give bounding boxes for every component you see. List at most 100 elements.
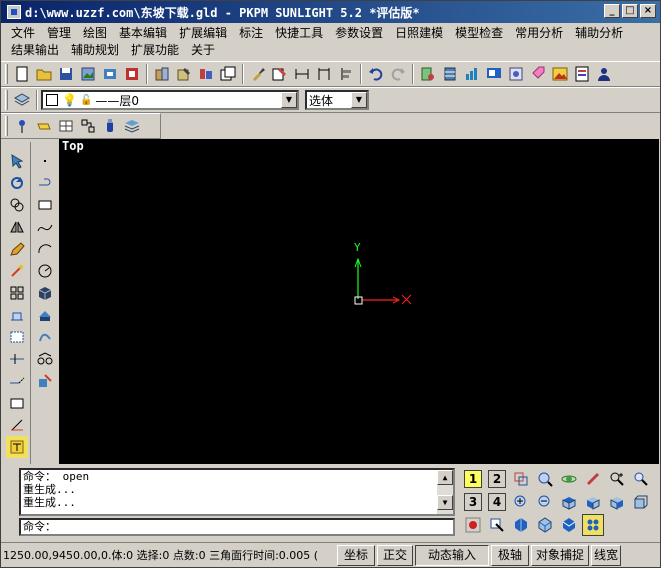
scroll-up-icon[interactable]: ▲	[437, 470, 453, 485]
pencil-icon[interactable]	[6, 238, 28, 260]
window-layout-icon[interactable]	[217, 63, 239, 85]
view-se-icon[interactable]	[534, 514, 556, 536]
menu-about[interactable]: 关于	[185, 41, 221, 58]
dynamic-input-toggle[interactable]: 动态输入	[415, 544, 489, 566]
sun-analysis-icon[interactable]	[505, 63, 527, 85]
roof-icon[interactable]	[34, 304, 56, 326]
view-ne-icon[interactable]	[558, 514, 580, 536]
view-1-button[interactable]: 1	[462, 468, 484, 490]
view-front-icon[interactable]	[582, 491, 604, 513]
trim-icon[interactable]	[6, 348, 28, 370]
view-iso-icon[interactable]	[630, 491, 652, 513]
import-icon[interactable]	[99, 63, 121, 85]
new-file-icon[interactable]	[11, 63, 33, 85]
zoom-in-icon[interactable]	[510, 491, 532, 513]
select-icon[interactable]	[6, 150, 28, 172]
extend-icon[interactable]	[6, 370, 28, 392]
box-3d-icon[interactable]	[34, 282, 56, 304]
menu-settings[interactable]: 参数设置	[329, 24, 389, 41]
toolbar-grip[interactable]	[5, 64, 8, 84]
pin-icon[interactable]	[11, 115, 33, 137]
explode-icon[interactable]	[6, 260, 28, 282]
stretch-icon[interactable]	[6, 304, 28, 326]
bottle-icon[interactable]	[99, 115, 121, 137]
rect-draw-icon[interactable]	[34, 194, 56, 216]
point-icon[interactable]	[34, 150, 56, 172]
layer-dropdown[interactable]: 💡 🔓 ——层0 ▼	[41, 90, 299, 110]
walk-icon[interactable]	[582, 468, 604, 490]
zoom-icon[interactable]	[630, 468, 652, 490]
redo-icon[interactable]	[387, 63, 409, 85]
text-style-icon[interactable]	[5, 436, 28, 458]
menu-aux-planning[interactable]: 辅助规划	[65, 41, 125, 58]
tag-icon[interactable]	[527, 63, 549, 85]
menu-extensions[interactable]: 扩展功能	[125, 41, 185, 58]
save-icon[interactable]	[55, 63, 77, 85]
circle-icon[interactable]	[34, 260, 56, 282]
polyline-icon[interactable]	[34, 172, 56, 194]
undo-icon[interactable]	[365, 63, 387, 85]
open-folder-icon[interactable]	[33, 63, 55, 85]
pan-icon[interactable]	[486, 514, 508, 536]
orbit-icon[interactable]	[558, 468, 580, 490]
record-icon[interactable]	[462, 514, 484, 536]
zoom-out-icon[interactable]	[534, 491, 556, 513]
copy-icon[interactable]	[6, 194, 28, 216]
view-4-button[interactable]: 4	[486, 491, 508, 513]
menu-file[interactable]: 文件	[5, 24, 41, 41]
maximize-button[interactable]: □	[622, 4, 638, 18]
dimension-icon[interactable]	[291, 63, 313, 85]
view-3-button[interactable]: 3	[462, 491, 484, 513]
picture-icon[interactable]	[549, 63, 571, 85]
layer-stack-icon[interactable]	[121, 115, 143, 137]
view-2-button[interactable]: 2	[486, 468, 508, 490]
model-icon[interactable]	[195, 63, 217, 85]
plane-icon[interactable]	[33, 115, 55, 137]
text-edit-icon[interactable]	[269, 63, 291, 85]
viewports-icon[interactable]	[510, 468, 532, 490]
report-icon[interactable]	[571, 63, 593, 85]
lineweight-toggle[interactable]: 线宽	[591, 544, 621, 566]
menu-quick-tools[interactable]: 快捷工具	[269, 24, 329, 41]
network-icon[interactable]	[77, 115, 99, 137]
array-icon[interactable]	[6, 282, 28, 304]
menu-result-output[interactable]: 结果输出	[5, 41, 65, 58]
wall-icon[interactable]	[34, 326, 56, 348]
select-mode-dropdown[interactable]: 选体 ▼	[305, 90, 369, 110]
brush-icon[interactable]	[247, 63, 269, 85]
align-icon[interactable]	[335, 63, 357, 85]
polar-toggle[interactable]: 极轴	[491, 544, 529, 566]
menu-extended-edit[interactable]: 扩展编辑	[173, 24, 233, 41]
menu-annotate[interactable]: 标注	[233, 24, 269, 41]
panel-icon[interactable]	[483, 63, 505, 85]
menu-manage[interactable]: 管理	[41, 24, 77, 41]
grid-edit-icon[interactable]	[55, 115, 77, 137]
image-icon[interactable]	[77, 63, 99, 85]
building-icon[interactable]	[151, 63, 173, 85]
layer-manage-icon[interactable]	[417, 63, 439, 85]
menu-sunlight-model[interactable]: 日照建模	[389, 24, 449, 41]
menu-common-analysis[interactable]: 常用分析	[509, 24, 569, 41]
chart-icon[interactable]	[461, 63, 483, 85]
command-input[interactable]: 命令：	[19, 518, 455, 536]
menu-basic-edit[interactable]: 基本编辑	[113, 24, 173, 41]
coords-toggle[interactable]: 坐标	[337, 544, 375, 566]
drawing-viewport[interactable]: Top Y	[59, 139, 659, 464]
arc-icon[interactable]	[34, 238, 56, 260]
menu-aux-analysis[interactable]: 辅助分析	[569, 24, 629, 41]
toolbar-grip[interactable]	[5, 116, 8, 136]
minimize-button[interactable]: _	[604, 4, 620, 18]
view-sw-icon[interactable]	[510, 514, 532, 536]
edit-building-icon[interactable]	[173, 63, 195, 85]
zoom-realtime-icon[interactable]	[606, 468, 628, 490]
menu-model-check[interactable]: 模型检查	[449, 24, 509, 41]
chevron-down-icon[interactable]: ▼	[351, 92, 367, 108]
window-insert-icon[interactable]	[34, 370, 56, 392]
scroll-down-icon[interactable]: ▼	[437, 495, 453, 510]
rotate-icon[interactable]	[6, 172, 28, 194]
fillet-icon[interactable]	[6, 414, 28, 436]
history-scrollbar[interactable]: ▲ ▼	[437, 470, 453, 514]
chevron-down-icon[interactable]: ▼	[281, 92, 297, 108]
menu-draw[interactable]: 绘图	[77, 24, 113, 41]
region-icon[interactable]	[6, 326, 28, 348]
